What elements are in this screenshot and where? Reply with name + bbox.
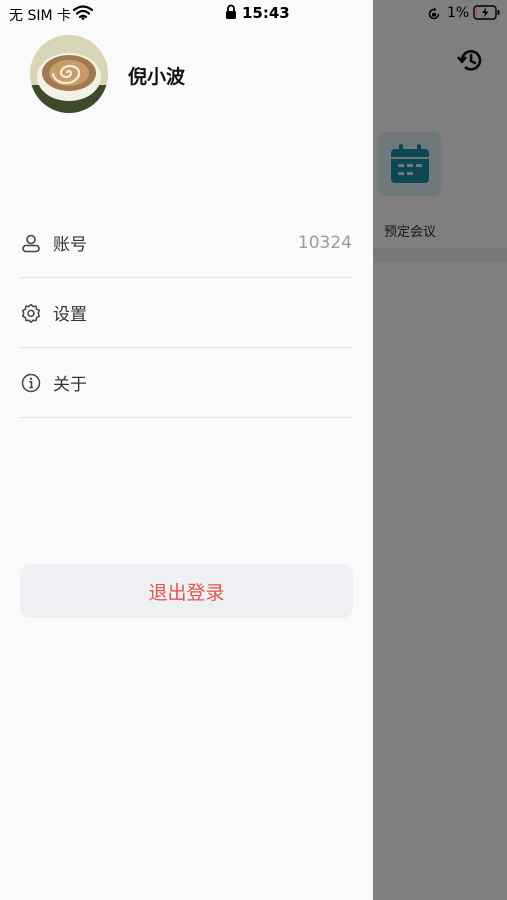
side-drawer: 倪小波 账号 10324 设置 关于 退出登录: [0, 0, 373, 900]
carrier-label: 无 SIM 卡: [9, 8, 71, 24]
menu-item-settings-label: 设置: [53, 305, 87, 325]
menu-item-about-label: 关于: [53, 375, 87, 395]
menu-item-account-label: 账号: [53, 235, 87, 255]
wifi-icon: [72, 5, 94, 24]
status-bar: 无 SIM 卡 15:43 1%: [0, 0, 507, 28]
info-icon: [20, 372, 42, 394]
logout-button[interactable]: 退出登录: [20, 564, 353, 618]
menu-item-account[interactable]: 账号 10324: [20, 208, 352, 278]
drawer-menu: 账号 10324 设置 关于: [20, 208, 352, 418]
battery-charging-icon: [473, 5, 501, 24]
menu-item-about[interactable]: 关于: [20, 348, 352, 418]
battery-percent: 1%: [447, 5, 470, 21]
user-name: 倪小波: [128, 66, 186, 88]
avatar[interactable]: [30, 35, 108, 113]
account-number: 10324: [297, 232, 352, 253]
menu-item-settings[interactable]: 设置: [20, 278, 352, 348]
rotation-lock-icon: [427, 6, 441, 25]
gear-icon: [20, 302, 42, 324]
user-icon: [20, 232, 42, 254]
lock-icon: [225, 4, 237, 24]
status-time: 15:43: [242, 4, 290, 22]
